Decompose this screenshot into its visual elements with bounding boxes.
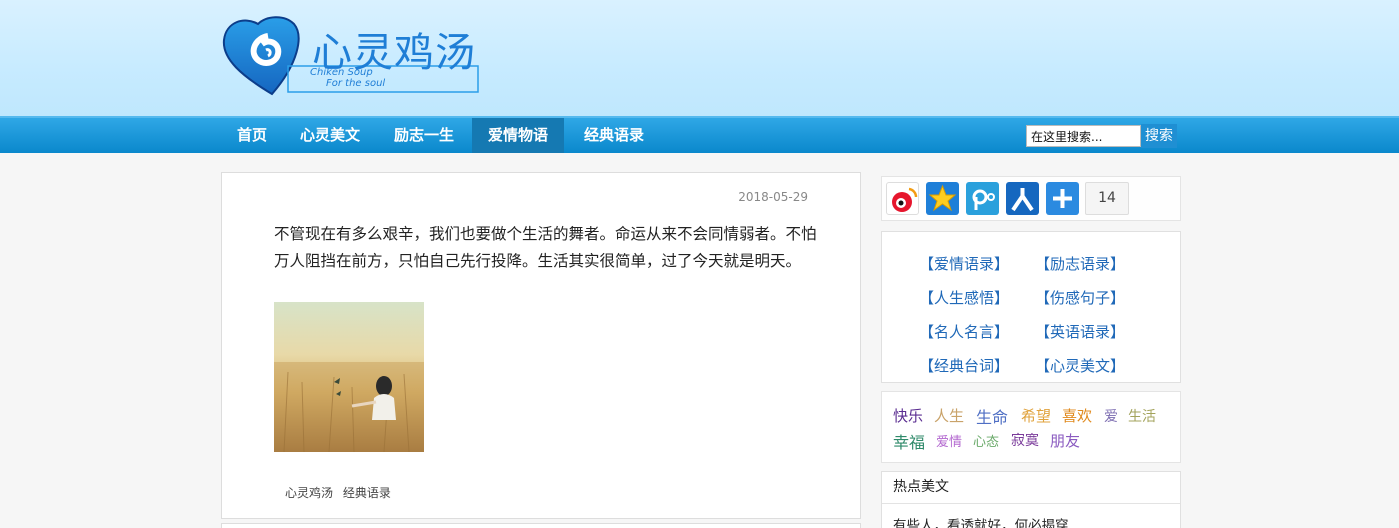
tag-cloud-item[interactable]: 生命 — [976, 404, 1008, 428]
post-image — [274, 302, 424, 452]
tag-cloud-item[interactable]: 喜欢 — [1062, 405, 1092, 426]
tag-cloud-item[interactable]: 快乐 — [893, 405, 923, 426]
site-header: 心灵鸡汤 Chiken Soup For the soul — [0, 0, 1399, 116]
post-tags: 心灵鸡汤 经典语录 — [285, 484, 397, 501]
category-link[interactable]: 【经典台词】 — [919, 355, 1029, 376]
category-link[interactable]: 【伤感句子】 — [1035, 287, 1145, 308]
hot-articles-title: 热点美文 — [882, 472, 1180, 504]
tag-cloud-item[interactable]: 爱情 — [936, 431, 962, 450]
girl-field-photo — [274, 302, 424, 452]
search-button[interactable]: 搜索 — [1141, 124, 1177, 148]
site-logo[interactable]: 心灵鸡汤 Chiken Soup For the soul — [222, 14, 482, 100]
category-link[interactable]: 【爱情语录】 — [919, 253, 1029, 274]
category-link[interactable]: 【名人名言】 — [919, 321, 1029, 342]
weibo-icon[interactable] — [886, 182, 919, 215]
tag-cloud-item[interactable]: 爱 — [1104, 406, 1118, 426]
category-link[interactable]: 【人生感悟】 — [919, 287, 1029, 308]
tag-cloud-item[interactable]: 朋友 — [1050, 430, 1080, 451]
nav-item-love-stories[interactable]: 爱情物语 — [472, 118, 564, 153]
article-card: 2018-05-29 不管现在有多么艰辛，我们也要做个生活的舞者。命运从来不会同… — [221, 172, 861, 519]
share-bar: 14 — [881, 176, 1181, 221]
logo-subtitle: Chiken Soup — [310, 67, 373, 78]
post-date: 2018-05-29 — [738, 190, 808, 204]
nav-item-soul-essays[interactable]: 心灵美文 — [288, 118, 372, 153]
tag-cloud-item[interactable]: 生活 — [1128, 406, 1156, 426]
hot-article-link[interactable]: 有些人，看透就好，何必揭穿 — [893, 514, 1069, 528]
more-share-icon[interactable] — [1046, 182, 1079, 215]
tag-cloud: 快乐 人生 生命 希望 喜欢 爱 生活 幸福 爱情 心态 寂寞 朋友 — [881, 391, 1181, 463]
tag-cloud-item[interactable]: 幸福 — [893, 429, 925, 453]
search-input[interactable] — [1026, 125, 1141, 147]
nav-item-home[interactable]: 首页 — [226, 118, 278, 153]
qzone-icon[interactable] — [926, 182, 959, 215]
tag-cloud-item[interactable]: 寂寞 — [1011, 430, 1039, 450]
category-list: 【爱情语录】 【励志语录】 【人生感悟】 【伤感句子】 【名人名言】 【英语语录… — [881, 231, 1181, 383]
nav-item-inspiration[interactable]: 励志一生 — [382, 118, 466, 153]
tencent-weibo-icon[interactable] — [966, 182, 999, 215]
category-link[interactable]: 【英语语录】 — [1035, 321, 1145, 342]
next-article-card — [221, 523, 861, 528]
tag-cloud-item[interactable]: 心态 — [973, 431, 999, 450]
logo-subtitle: For the soul — [326, 78, 386, 89]
tag-cloud-item[interactable]: 希望 — [1021, 405, 1051, 426]
renren-icon[interactable] — [1006, 182, 1039, 215]
tag-cloud-item[interactable]: 人生 — [934, 405, 964, 426]
post-text: 不管现在有多么艰辛，我们也要做个生活的舞者。命运从来不会同情弱者。不怕万人阻挡在… — [274, 225, 817, 270]
category-link[interactable]: 【励志语录】 — [1035, 253, 1145, 274]
category-link[interactable]: 【心灵美文】 — [1035, 355, 1145, 376]
post-tag[interactable]: 经典语录 — [343, 486, 391, 500]
nav-item-classic-quotes[interactable]: 经典语录 — [572, 118, 656, 153]
share-count[interactable]: 14 — [1085, 182, 1129, 215]
post-tag[interactable]: 心灵鸡汤 — [285, 486, 333, 500]
hot-articles: 热点美文 有些人，看透就好，何必揭穿 — [881, 471, 1181, 528]
main-nav: 首页 心灵美文 励志一生 爱情物语 经典语录 搜索 — [0, 116, 1399, 153]
